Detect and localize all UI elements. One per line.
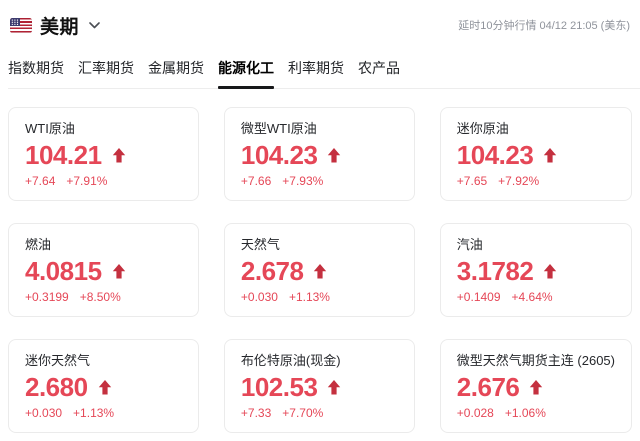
change-row: +0.030 +1.13% [25,406,182,420]
arrow-up-icon [111,147,127,164]
change-percent: +1.13% [73,406,115,420]
arrow-up-icon [97,379,113,396]
page-header: 美期 延时10分钟行情 04/12 21:05 (美东) [0,0,640,40]
quote-card[interactable]: 迷你原油 104.23 +7.65 +7.92% [439,107,632,201]
quote-card-grid: WTI原油 104.21 +7.64 +7.91% 微型WTI原油 104.23 +7.66… [0,89,640,441]
change-value: +0.3199 [25,290,69,304]
change-percent: +1.06% [504,406,546,420]
change-percent: +7.70% [282,406,324,420]
change-percent: +7.91% [66,174,108,188]
arrow-up-icon [326,379,342,396]
quote-card[interactable]: 天然气 2.678 +0.030 +1.13% [223,223,415,317]
tab-3-active[interactable]: 能源化工 [218,54,274,89]
instrument-name: 布伦特原油(现金) [240,353,341,368]
change-value: +0.030 [240,290,278,304]
instrument-name: 微型天然气期货主连 (2605) [456,353,615,368]
change-value: +0.030 [25,406,63,420]
quote-card[interactable]: 燃油 4.0815 +0.3199 +8.50% [8,223,199,317]
arrow-up-icon [542,147,558,164]
instrument-name: 微型WTI原油 [240,121,317,136]
quote-card[interactable]: 微型天然气期货主连 (2605) 2.676 +0.028 +1.06% [439,339,632,433]
tab-5[interactable]: 农产品 [358,54,400,88]
tab-2[interactable]: 金属期货 [148,54,204,88]
change-percent: +7.93% [282,174,324,188]
price-row: 4.0815 [25,258,182,284]
tab-0[interactable]: 指数期货 [8,54,64,88]
instrument-name: WTI原油 [25,121,75,136]
price-row: 104.23 [457,142,615,168]
arrow-up-icon [528,379,544,396]
change-percent: +7.92% [498,174,540,188]
change-value: +7.33 [240,406,272,420]
change-row: +7.66 +7.93% [241,174,398,188]
last-price: 102.53 [240,372,318,403]
instrument-name: 迷你原油 [456,121,509,136]
futures-category-tabs: 指数期货 汇率期货 金属期货 能源化工 利率期货 农产品 [8,54,640,89]
price-row: 2.680 [25,374,182,400]
change-row: +0.030 +1.13% [241,290,398,304]
delay-quote-info: 延时10分钟行情 04/12 21:05 (美东) [458,20,630,32]
quote-card[interactable]: WTI原油 104.21 +7.64 +7.91% [8,107,199,201]
change-value: +7.64 [25,174,56,188]
change-value: +0.1409 [456,290,501,304]
price-row: 104.21 [25,142,182,168]
change-row: +7.64 +7.91% [25,174,182,188]
price-row: 104.23 [241,142,398,168]
change-row: +0.028 +1.06% [457,406,615,420]
change-value: +0.028 [456,406,494,420]
last-price: 3.1782 [456,256,534,287]
change-percent: +1.13% [288,290,330,304]
us-flag-icon [10,17,32,33]
market-selector[interactable]: 美期 [10,12,100,39]
tab-1[interactable]: 汇率期货 [78,54,134,88]
price-row: 2.678 [241,258,398,284]
chevron-down-icon [89,21,100,29]
quote-card[interactable]: 汽油 3.1782 +0.1409 +4.64% [439,223,632,317]
quote-card[interactable]: 迷你天然气 2.680 +0.030 +1.13% [8,339,199,433]
quote-card[interactable]: 微型WTI原油 104.23 +7.66 +7.93% [223,107,415,201]
arrow-up-icon [326,147,342,164]
arrow-up-icon [312,263,328,280]
last-price: 104.23 [240,140,318,171]
change-value: +7.65 [456,174,488,188]
change-row: +0.1409 +4.64% [457,290,615,304]
change-row: +7.65 +7.92% [457,174,615,188]
page-title: 美期 [40,16,80,38]
instrument-name: 汽油 [456,237,483,252]
price-row: 3.1782 [457,258,615,284]
price-row: 2.676 [457,374,615,400]
quote-card[interactable]: 布伦特原油(现金) 102.53 +7.33 +7.70% [223,339,415,433]
change-row: +0.3199 +8.50% [25,290,182,304]
change-percent: +4.64% [511,290,553,304]
last-price: 104.23 [456,140,534,171]
instrument-name: 燃油 [25,237,52,252]
arrow-up-icon [111,263,127,280]
instrument-name: 迷你天然气 [25,353,91,368]
last-price: 2.676 [456,372,520,403]
tab-4[interactable]: 利率期货 [288,54,344,88]
arrow-up-icon [542,263,558,280]
change-row: +7.33 +7.70% [241,406,398,420]
last-price: 2.678 [240,256,304,287]
change-percent: +8.50% [79,290,121,304]
last-price: 4.0815 [25,256,102,287]
last-price: 2.680 [25,372,88,403]
price-row: 102.53 [241,374,398,400]
last-price: 104.21 [25,140,102,171]
instrument-name: 天然气 [240,237,280,252]
change-value: +7.66 [240,174,272,188]
